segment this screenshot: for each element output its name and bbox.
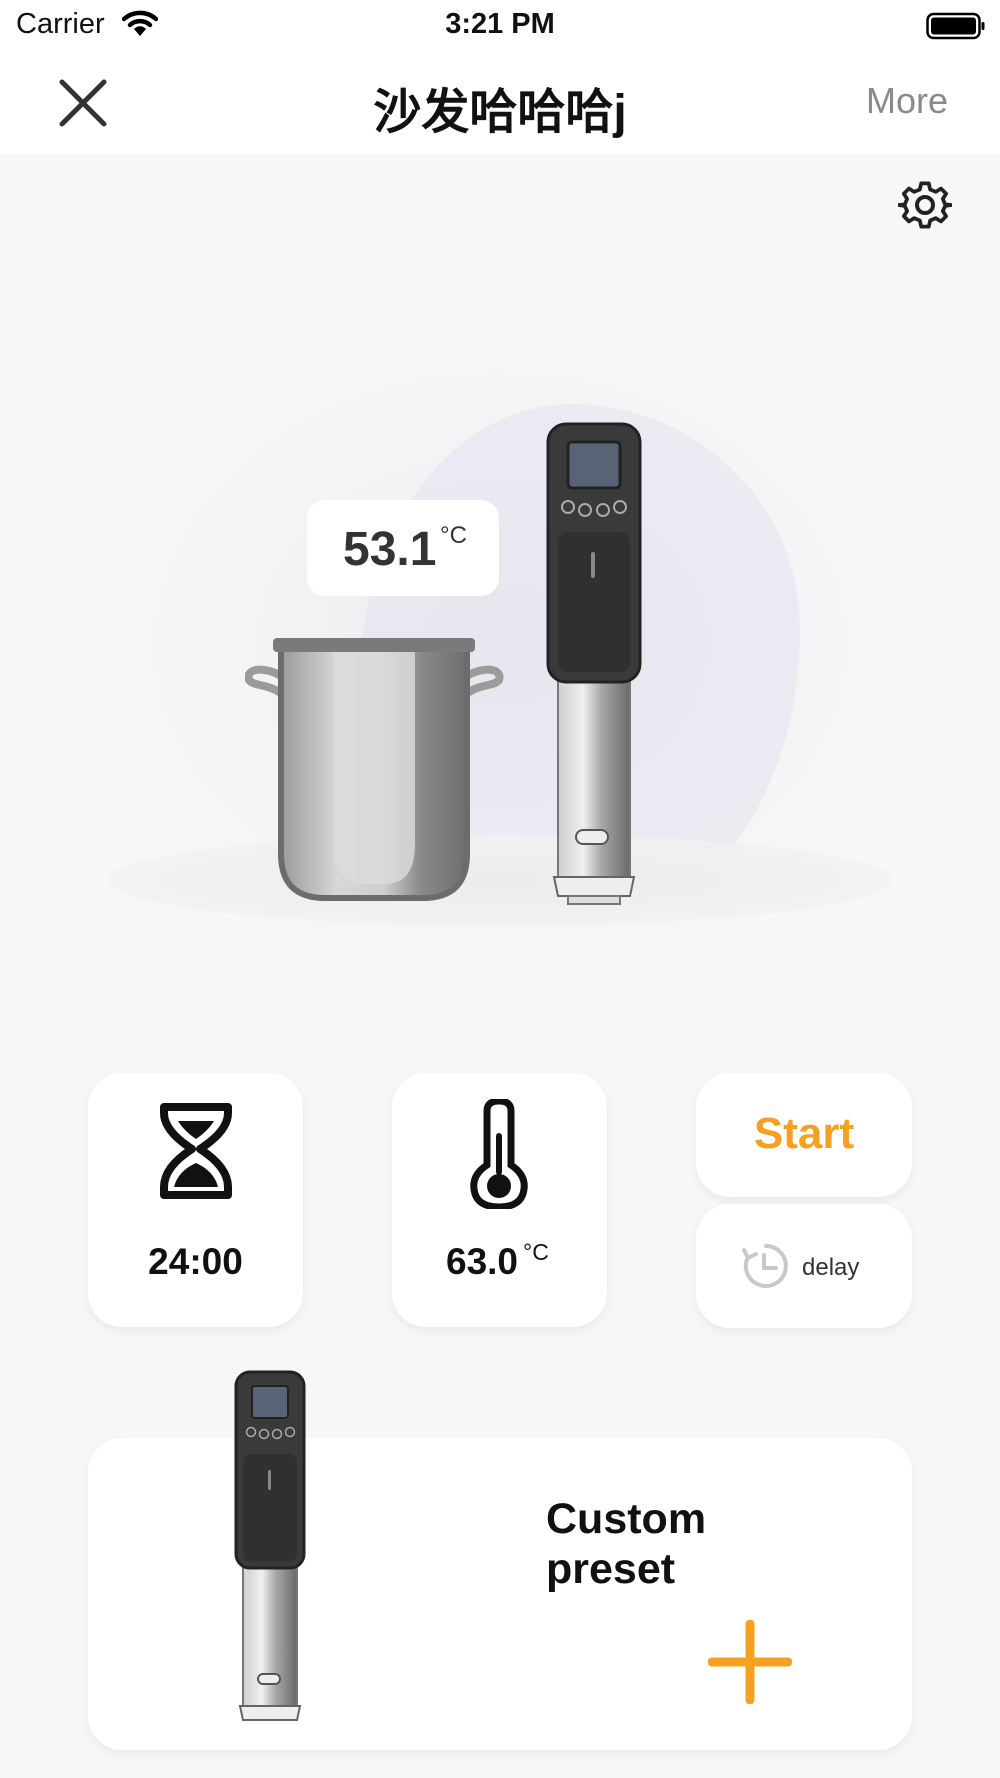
start-label: Start <box>753 1109 855 1158</box>
plus-icon[interactable] <box>708 1620 792 1704</box>
thermometer-icon <box>470 1099 528 1209</box>
nav-bar: 沙发哈哈哈j More <box>0 52 1000 154</box>
delay-label: delay <box>802 1254 860 1281</box>
target-temperature-card[interactable]: 63.0 °C <box>392 1073 607 1327</box>
target-temperature-unit: °C <box>523 1239 549 1265</box>
sous-vide-device-illustration <box>546 422 642 905</box>
current-temperature-unit: °C <box>440 522 467 549</box>
delay-clock-icon <box>742 1244 788 1288</box>
timer-card[interactable]: 24:00 <box>88 1073 303 1327</box>
current-temperature-value: 53.1 <box>343 523 437 576</box>
start-button[interactable]: Start <box>696 1073 912 1197</box>
battery-icon <box>926 12 985 40</box>
page-title: 沙发哈哈哈j <box>373 86 627 139</box>
sous-vide-device-thumbnail <box>234 1370 306 1721</box>
custom-preset-card[interactable]: Custom preset <box>88 1438 912 1750</box>
hourglass-icon <box>160 1103 232 1199</box>
target-temperature-value: 63.0 <box>446 1241 519 1282</box>
status-bar: Carrier 3:21 PM <box>0 0 1000 52</box>
timer-value: 24:00 <box>148 1241 243 1282</box>
pot-illustration <box>245 638 504 901</box>
clock-time: 3:21 PM <box>445 8 555 40</box>
more-button[interactable]: More <box>866 80 948 122</box>
custom-preset-label: Custom preset <box>546 1495 707 1593</box>
device-illustration-area: 53.1 °C <box>0 154 1000 954</box>
current-temperature-badge: 53.1 °C <box>307 500 499 596</box>
delay-button[interactable]: delay <box>696 1204 912 1328</box>
gear-icon[interactable] <box>898 178 952 232</box>
